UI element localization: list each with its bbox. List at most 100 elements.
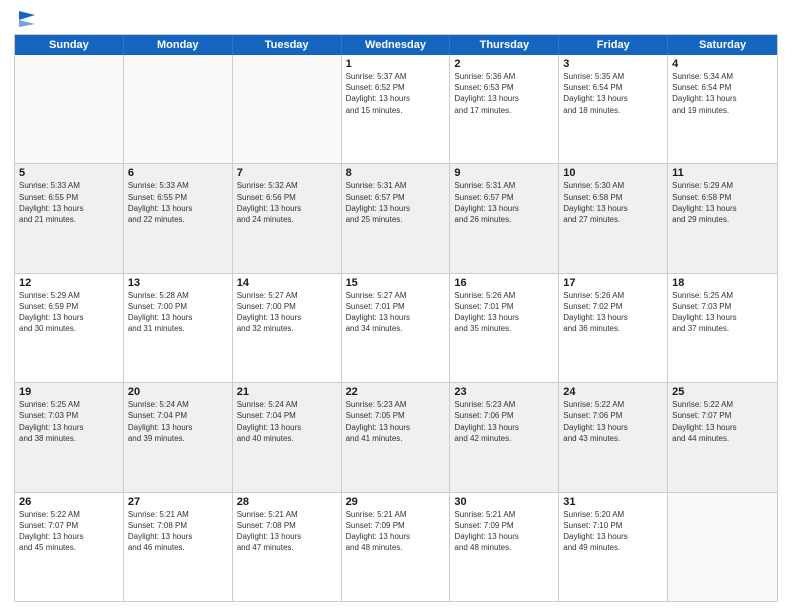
calendar-cell: 7Sunrise: 5:32 AM Sunset: 6:56 PM Daylig… bbox=[233, 164, 342, 272]
day-info: Sunrise: 5:23 AM Sunset: 7:06 PM Dayligh… bbox=[454, 399, 554, 444]
day-number: 29 bbox=[346, 496, 446, 508]
day-info: Sunrise: 5:31 AM Sunset: 6:57 PM Dayligh… bbox=[346, 180, 446, 225]
day-number: 6 bbox=[128, 167, 228, 179]
calendar-cell: 27Sunrise: 5:21 AM Sunset: 7:08 PM Dayli… bbox=[124, 493, 233, 601]
calendar-cell: 13Sunrise: 5:28 AM Sunset: 7:00 PM Dayli… bbox=[124, 274, 233, 382]
day-info: Sunrise: 5:32 AM Sunset: 6:56 PM Dayligh… bbox=[237, 180, 337, 225]
calendar-cell bbox=[124, 55, 233, 163]
day-info: Sunrise: 5:36 AM Sunset: 6:53 PM Dayligh… bbox=[454, 71, 554, 116]
day-number: 9 bbox=[454, 167, 554, 179]
logo-flag-icon bbox=[15, 10, 37, 28]
day-number: 10 bbox=[563, 167, 663, 179]
day-info: Sunrise: 5:33 AM Sunset: 6:55 PM Dayligh… bbox=[128, 180, 228, 225]
day-info: Sunrise: 5:29 AM Sunset: 6:58 PM Dayligh… bbox=[672, 180, 773, 225]
day-number: 18 bbox=[672, 277, 773, 289]
day-number: 12 bbox=[19, 277, 119, 289]
day-number: 5 bbox=[19, 167, 119, 179]
day-number: 15 bbox=[346, 277, 446, 289]
calendar-header-cell: Monday bbox=[124, 35, 233, 55]
day-info: Sunrise: 5:28 AM Sunset: 7:00 PM Dayligh… bbox=[128, 290, 228, 335]
calendar-header-cell: Thursday bbox=[450, 35, 559, 55]
calendar-row: 5Sunrise: 5:33 AM Sunset: 6:55 PM Daylig… bbox=[15, 164, 777, 273]
day-number: 7 bbox=[237, 167, 337, 179]
day-info: Sunrise: 5:22 AM Sunset: 7:07 PM Dayligh… bbox=[19, 509, 119, 554]
day-number: 22 bbox=[346, 386, 446, 398]
calendar-header-cell: Saturday bbox=[668, 35, 777, 55]
day-info: Sunrise: 5:25 AM Sunset: 7:03 PM Dayligh… bbox=[19, 399, 119, 444]
day-info: Sunrise: 5:21 AM Sunset: 7:09 PM Dayligh… bbox=[454, 509, 554, 554]
day-number: 19 bbox=[19, 386, 119, 398]
calendar-cell: 12Sunrise: 5:29 AM Sunset: 6:59 PM Dayli… bbox=[15, 274, 124, 382]
day-info: Sunrise: 5:29 AM Sunset: 6:59 PM Dayligh… bbox=[19, 290, 119, 335]
calendar-cell: 16Sunrise: 5:26 AM Sunset: 7:01 PM Dayli… bbox=[450, 274, 559, 382]
page-header bbox=[14, 10, 778, 28]
calendar-cell: 15Sunrise: 5:27 AM Sunset: 7:01 PM Dayli… bbox=[342, 274, 451, 382]
calendar-cell: 19Sunrise: 5:25 AM Sunset: 7:03 PM Dayli… bbox=[15, 383, 124, 491]
calendar-row: 19Sunrise: 5:25 AM Sunset: 7:03 PM Dayli… bbox=[15, 383, 777, 492]
calendar-cell: 17Sunrise: 5:26 AM Sunset: 7:02 PM Dayli… bbox=[559, 274, 668, 382]
day-number: 1 bbox=[346, 58, 446, 70]
calendar-cell bbox=[668, 493, 777, 601]
calendar-cell: 20Sunrise: 5:24 AM Sunset: 7:04 PM Dayli… bbox=[124, 383, 233, 491]
day-number: 21 bbox=[237, 386, 337, 398]
calendar-cell: 11Sunrise: 5:29 AM Sunset: 6:58 PM Dayli… bbox=[668, 164, 777, 272]
calendar-cell: 30Sunrise: 5:21 AM Sunset: 7:09 PM Dayli… bbox=[450, 493, 559, 601]
calendar-header: SundayMondayTuesdayWednesdayThursdayFrid… bbox=[15, 35, 777, 55]
calendar-row: 26Sunrise: 5:22 AM Sunset: 7:07 PM Dayli… bbox=[15, 493, 777, 601]
day-number: 28 bbox=[237, 496, 337, 508]
day-number: 13 bbox=[128, 277, 228, 289]
calendar-cell: 21Sunrise: 5:24 AM Sunset: 7:04 PM Dayli… bbox=[233, 383, 342, 491]
calendar-row: 1Sunrise: 5:37 AM Sunset: 6:52 PM Daylig… bbox=[15, 55, 777, 164]
calendar-header-cell: Friday bbox=[559, 35, 668, 55]
calendar-cell: 29Sunrise: 5:21 AM Sunset: 7:09 PM Dayli… bbox=[342, 493, 451, 601]
day-number: 30 bbox=[454, 496, 554, 508]
calendar-cell: 23Sunrise: 5:23 AM Sunset: 7:06 PM Dayli… bbox=[450, 383, 559, 491]
calendar-cell: 31Sunrise: 5:20 AM Sunset: 7:10 PM Dayli… bbox=[559, 493, 668, 601]
day-info: Sunrise: 5:25 AM Sunset: 7:03 PM Dayligh… bbox=[672, 290, 773, 335]
calendar-cell: 14Sunrise: 5:27 AM Sunset: 7:00 PM Dayli… bbox=[233, 274, 342, 382]
day-number: 2 bbox=[454, 58, 554, 70]
day-info: Sunrise: 5:33 AM Sunset: 6:55 PM Dayligh… bbox=[19, 180, 119, 225]
day-info: Sunrise: 5:24 AM Sunset: 7:04 PM Dayligh… bbox=[128, 399, 228, 444]
day-info: Sunrise: 5:35 AM Sunset: 6:54 PM Dayligh… bbox=[563, 71, 663, 116]
calendar-cell: 5Sunrise: 5:33 AM Sunset: 6:55 PM Daylig… bbox=[15, 164, 124, 272]
day-number: 17 bbox=[563, 277, 663, 289]
day-info: Sunrise: 5:21 AM Sunset: 7:08 PM Dayligh… bbox=[128, 509, 228, 554]
day-number: 31 bbox=[563, 496, 663, 508]
day-number: 25 bbox=[672, 386, 773, 398]
day-number: 4 bbox=[672, 58, 773, 70]
logo bbox=[14, 10, 37, 28]
calendar-cell: 1Sunrise: 5:37 AM Sunset: 6:52 PM Daylig… bbox=[342, 55, 451, 163]
calendar-cell: 26Sunrise: 5:22 AM Sunset: 7:07 PM Dayli… bbox=[15, 493, 124, 601]
day-info: Sunrise: 5:30 AM Sunset: 6:58 PM Dayligh… bbox=[563, 180, 663, 225]
day-info: Sunrise: 5:26 AM Sunset: 7:02 PM Dayligh… bbox=[563, 290, 663, 335]
day-info: Sunrise: 5:20 AM Sunset: 7:10 PM Dayligh… bbox=[563, 509, 663, 554]
calendar-cell: 28Sunrise: 5:21 AM Sunset: 7:08 PM Dayli… bbox=[233, 493, 342, 601]
day-number: 16 bbox=[454, 277, 554, 289]
day-number: 8 bbox=[346, 167, 446, 179]
day-info: Sunrise: 5:22 AM Sunset: 7:07 PM Dayligh… bbox=[672, 399, 773, 444]
calendar-cell: 18Sunrise: 5:25 AM Sunset: 7:03 PM Dayli… bbox=[668, 274, 777, 382]
calendar-cell: 8Sunrise: 5:31 AM Sunset: 6:57 PM Daylig… bbox=[342, 164, 451, 272]
day-info: Sunrise: 5:34 AM Sunset: 6:54 PM Dayligh… bbox=[672, 71, 773, 116]
day-info: Sunrise: 5:26 AM Sunset: 7:01 PM Dayligh… bbox=[454, 290, 554, 335]
day-number: 3 bbox=[563, 58, 663, 70]
day-number: 23 bbox=[454, 386, 554, 398]
day-info: Sunrise: 5:37 AM Sunset: 6:52 PM Dayligh… bbox=[346, 71, 446, 116]
calendar-cell bbox=[233, 55, 342, 163]
calendar-cell: 25Sunrise: 5:22 AM Sunset: 7:07 PM Dayli… bbox=[668, 383, 777, 491]
day-number: 20 bbox=[128, 386, 228, 398]
calendar-cell bbox=[15, 55, 124, 163]
calendar-cell: 24Sunrise: 5:22 AM Sunset: 7:06 PM Dayli… bbox=[559, 383, 668, 491]
day-number: 14 bbox=[237, 277, 337, 289]
calendar-header-cell: Sunday bbox=[15, 35, 124, 55]
day-info: Sunrise: 5:23 AM Sunset: 7:05 PM Dayligh… bbox=[346, 399, 446, 444]
calendar-cell: 10Sunrise: 5:30 AM Sunset: 6:58 PM Dayli… bbox=[559, 164, 668, 272]
day-number: 27 bbox=[128, 496, 228, 508]
calendar-header-cell: Tuesday bbox=[233, 35, 342, 55]
day-info: Sunrise: 5:24 AM Sunset: 7:04 PM Dayligh… bbox=[237, 399, 337, 444]
calendar-cell: 9Sunrise: 5:31 AM Sunset: 6:57 PM Daylig… bbox=[450, 164, 559, 272]
day-info: Sunrise: 5:21 AM Sunset: 7:08 PM Dayligh… bbox=[237, 509, 337, 554]
calendar-header-cell: Wednesday bbox=[342, 35, 451, 55]
calendar-cell: 6Sunrise: 5:33 AM Sunset: 6:55 PM Daylig… bbox=[124, 164, 233, 272]
